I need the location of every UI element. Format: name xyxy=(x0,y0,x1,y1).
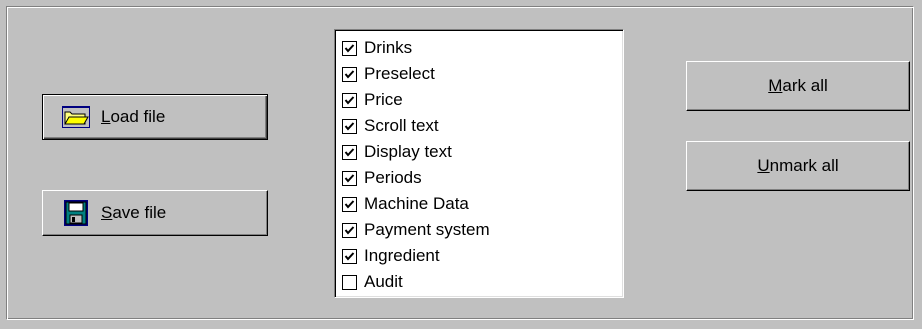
unmark-all-label: Unmark all xyxy=(757,156,839,175)
floppy-disk-icon xyxy=(61,199,91,227)
list-item[interactable]: Periods xyxy=(342,165,623,191)
list-item[interactable]: Price xyxy=(342,87,623,113)
checked-checkbox[interactable] xyxy=(342,222,357,238)
checked-checkbox[interactable] xyxy=(342,170,357,186)
list-item[interactable]: Display text xyxy=(342,139,623,165)
list-item[interactable]: Preselect xyxy=(342,61,623,87)
checked-checkbox[interactable] xyxy=(342,196,357,212)
list-item[interactable]: Drinks xyxy=(342,35,623,61)
checkmark-icon xyxy=(344,173,355,183)
checkmark-icon xyxy=(344,69,355,79)
list-item-label: Ingredient xyxy=(364,246,440,265)
list-item[interactable]: Machine Data xyxy=(342,191,623,217)
list-item-label: Payment system xyxy=(364,220,490,239)
export-items-listbox[interactable]: Drinks Preselect Price Scroll text Display t… xyxy=(334,29,624,298)
list-item-label: Display text xyxy=(364,142,452,161)
list-item-label: Scroll text xyxy=(364,116,439,135)
list-item-label: Price xyxy=(364,90,403,109)
checked-checkbox[interactable] xyxy=(342,144,357,160)
list-item-label: Periods xyxy=(364,168,422,187)
list-item-label: Audit xyxy=(364,272,403,291)
checked-checkbox[interactable] xyxy=(342,40,357,56)
checked-checkbox[interactable] xyxy=(342,66,357,82)
checkmark-icon xyxy=(344,199,355,209)
checkmark-icon xyxy=(344,121,355,131)
checkmark-icon xyxy=(344,147,355,157)
save-file-label: Save file xyxy=(101,203,167,222)
load-file-label: Load file xyxy=(101,107,166,126)
list-item[interactable]: Scroll text xyxy=(342,113,623,139)
checked-checkbox[interactable] xyxy=(342,118,357,134)
list-item[interactable]: Audit xyxy=(342,269,623,295)
mark-all-label: Mark all xyxy=(768,76,828,95)
unmark-all-button[interactable]: Unmark all xyxy=(686,141,910,191)
list-item[interactable]: Ingredient xyxy=(342,243,623,269)
checkmark-icon xyxy=(344,251,355,261)
checked-checkbox[interactable] xyxy=(342,248,357,264)
checkmark-icon xyxy=(344,95,355,105)
unchecked-checkbox[interactable] xyxy=(342,274,357,290)
load-file-button[interactable]: Load file xyxy=(42,94,268,140)
list-item-label: Machine Data xyxy=(364,194,469,213)
folder-open-icon xyxy=(61,103,91,131)
checkmark-icon xyxy=(344,225,355,235)
checked-checkbox[interactable] xyxy=(342,92,357,108)
save-file-button[interactable]: Save file xyxy=(42,190,268,236)
mark-all-button[interactable]: Mark all xyxy=(686,61,910,111)
list-item[interactable]: Payment system xyxy=(342,217,623,243)
list-item-label: Preselect xyxy=(364,64,435,83)
list-item-label: Drinks xyxy=(364,38,413,57)
checkmark-icon xyxy=(344,43,355,53)
